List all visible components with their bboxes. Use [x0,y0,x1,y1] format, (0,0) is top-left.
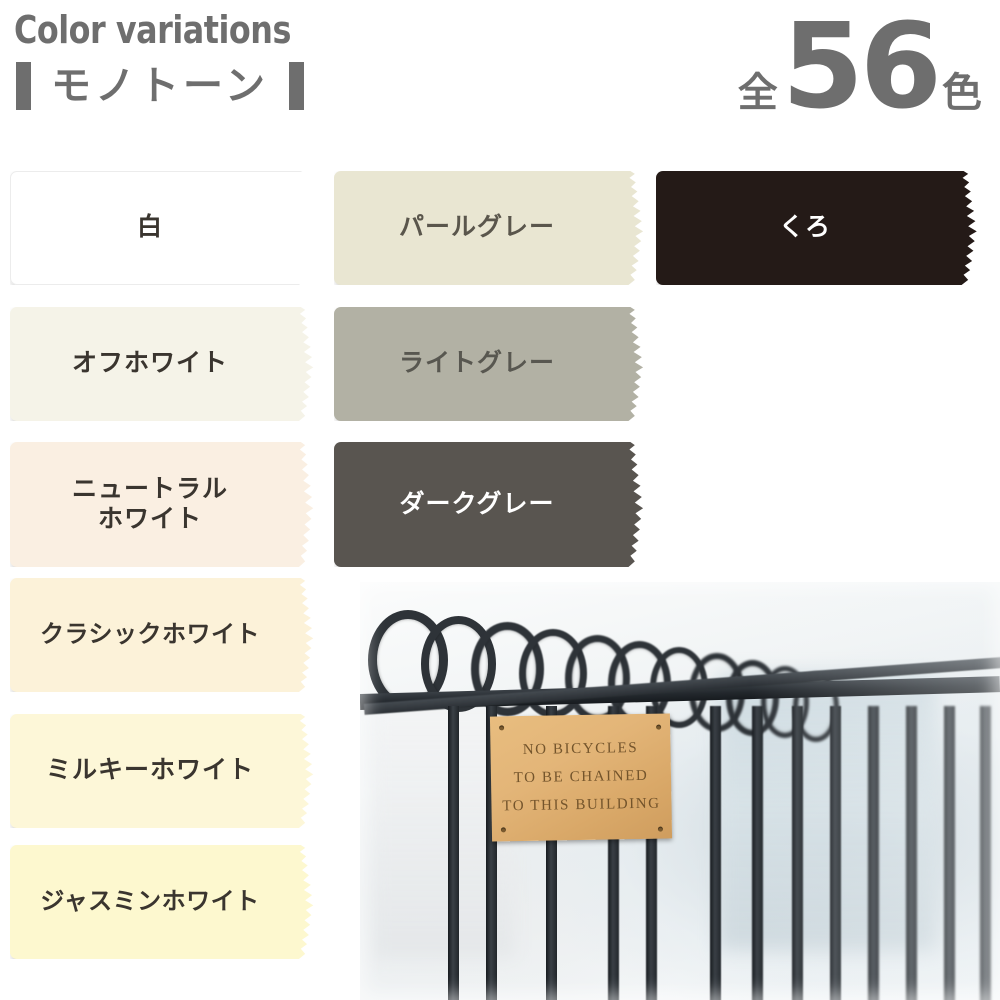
plaque-screw [656,724,662,730]
color-swatch-label: オフホワイト [71,349,228,378]
color-swatch-label: ミルキーホワイト [45,756,254,785]
fence-bar [792,706,803,1000]
color-swatch[interactable]: ジャスミンホワイト [10,845,314,959]
plaque-line: NO BICYCLES [522,739,639,759]
color-swatch[interactable]: パールグレー [334,171,644,285]
color-swatch[interactable]: ダークグレー [334,442,644,567]
color-swatch-label: ジャスミンホワイト [40,887,260,915]
fence-bar [448,706,459,1000]
color-swatch-label: クラシックホワイト [39,620,261,648]
color-swatch[interactable]: ニュートラル ホワイト [10,442,314,567]
brass-plaque: NO BICYCLES TO BE CHAINED TO THIS BUILDI… [489,713,673,842]
plaque-line: TO BE CHAINED [513,767,649,787]
plaque-screw [657,826,663,832]
plaque-line: TO THIS BUILDING [502,795,661,815]
plaque-screw [500,827,506,833]
fence-bar [944,706,955,1000]
fence-bar [868,706,879,1000]
color-swatch-label: パールグレー [398,213,555,242]
plaque-screw [499,725,505,731]
color-swatch[interactable]: ライトグレー [334,307,644,421]
color-swatch-label: ダークグレー [399,489,555,518]
color-swatch[interactable]: クラシックホワイト [10,578,314,692]
color-swatch-label: ニュートラル ホワイト [71,475,228,533]
color-swatch[interactable]: ミルキーホワイト [10,714,314,828]
fence-photo: NO BICYCLES TO BE CHAINED TO THIS BUILDI… [360,582,1000,1000]
fence-bar [980,706,991,1000]
color-swatch-label: くろ [778,213,831,242]
fence-bar [906,706,917,1000]
fence-bar [710,706,721,1000]
color-swatch-label: ライトグレー [398,349,555,378]
fence-bar [752,706,763,1000]
color-swatch[interactable]: 白 [10,171,314,285]
color-swatch[interactable]: オフホワイト [10,307,314,421]
fence-bar [830,706,841,1000]
color-swatch-label: 白 [136,213,163,242]
color-swatch[interactable]: くろ [656,171,977,285]
